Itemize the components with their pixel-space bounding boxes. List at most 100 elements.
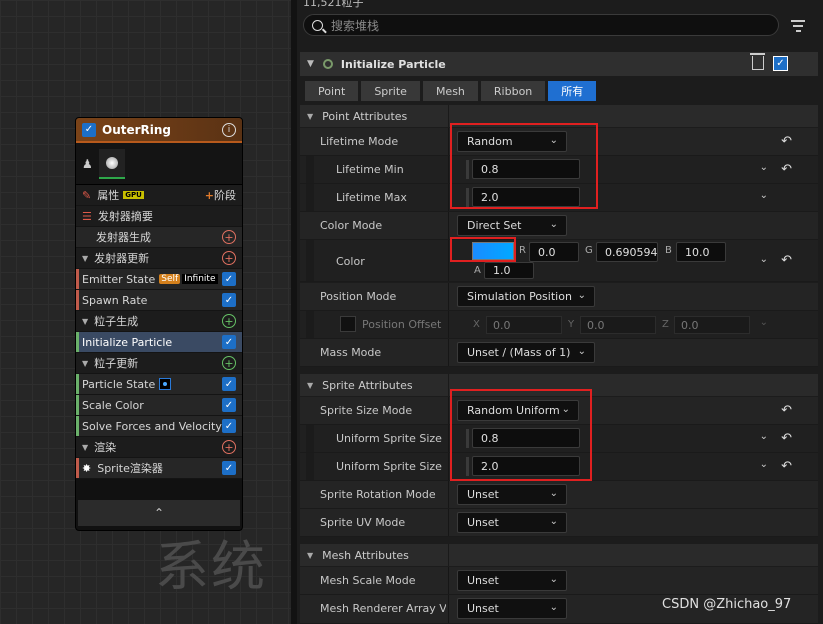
search-input[interactable]: 搜索堆栈 bbox=[303, 14, 779, 36]
color-swatch[interactable] bbox=[472, 242, 514, 260]
details-panel: 11,521粒子 搜索堆栈 ▼ Initialize Particle ✓ Po… bbox=[297, 0, 823, 624]
tab-sprite[interactable]: Sprite bbox=[361, 81, 420, 101]
module-enable-checkbox[interactable]: ✓ bbox=[773, 56, 788, 71]
reset-icon[interactable]: ↶ bbox=[781, 403, 792, 418]
sprite-renderer-row[interactable]: ✸ Sprite渲染器 ✓ bbox=[76, 458, 242, 479]
mesh-scale-mode-dropdown[interactable]: Unset ⌄ bbox=[457, 570, 567, 591]
add-renderer-icon[interactable]: + bbox=[222, 440, 236, 454]
tab-all[interactable]: 所有 bbox=[548, 81, 597, 101]
mesh-renderer-array-dropdown[interactable]: Unset ⌄ bbox=[457, 598, 567, 619]
sprite-rotation-mode-dropdown[interactable]: Unset ⌄ bbox=[457, 484, 567, 505]
sprite-renderer-checkbox[interactable]: ✓ bbox=[222, 461, 236, 475]
point-attributes-section[interactable]: ▼ Point Attributes bbox=[300, 105, 818, 127]
collapse-icon[interactable]: ▼ bbox=[307, 381, 313, 390]
position-mode-row: Position Mode Simulation Position ⌄ bbox=[300, 283, 818, 311]
chevron-down-icon[interactable]: ⌄ bbox=[760, 254, 768, 265]
property-label: Mesh Renderer Array Vis bbox=[320, 602, 446, 615]
emitter-state-checkbox[interactable]: ✓ bbox=[222, 272, 236, 286]
uniform-size-min-input[interactable]: 0.8 bbox=[472, 428, 580, 448]
spawn-rate-checkbox[interactable]: ✓ bbox=[222, 293, 236, 307]
property-label: Lifetime Mode bbox=[320, 135, 399, 148]
reset-icon[interactable]: ↶ bbox=[781, 162, 792, 177]
trash-icon[interactable] bbox=[750, 53, 765, 70]
chevron-down-icon[interactable]: ⌄ bbox=[760, 190, 768, 201]
lifetime-min-input[interactable]: 0.8 bbox=[472, 159, 580, 179]
chevron-down-icon[interactable]: ⌄ bbox=[760, 459, 768, 470]
emitter-thumbnail-row: ♟ bbox=[76, 143, 242, 185]
reset-icon[interactable]: ↶ bbox=[781, 253, 792, 268]
emitter-node-header[interactable]: ✓ OuterRing i bbox=[76, 118, 242, 143]
lifetime-mode-dropdown[interactable]: Random ⌄ bbox=[457, 131, 567, 152]
solve-forces-checkbox[interactable]: ✓ bbox=[222, 419, 236, 433]
initialize-particle-checkbox[interactable]: ✓ bbox=[222, 335, 236, 349]
properties-row[interactable]: ✎ 属性 GPU +阶段 bbox=[76, 185, 242, 206]
emitter-spawn-row[interactable]: 发射器生成 + bbox=[76, 227, 242, 248]
add-emitter-update-icon[interactable]: + bbox=[222, 251, 236, 265]
reset-icon[interactable]: ↶ bbox=[781, 134, 792, 149]
scale-color-checkbox[interactable]: ✓ bbox=[222, 398, 236, 412]
csdn-watermark: CSDN @Zhichao_97 bbox=[662, 597, 792, 612]
collapse-icon[interactable]: ▼ bbox=[307, 112, 313, 121]
chevron-down-icon: ⌄ bbox=[759, 317, 768, 328]
chevron-down-icon: ⌄ bbox=[549, 135, 558, 146]
mesh-attributes-section[interactable]: ▼ Mesh Attributes bbox=[300, 544, 818, 566]
emitter-summary-row[interactable]: ☰ 发射器摘要 bbox=[76, 206, 242, 227]
color-a-input[interactable]: 1.0 bbox=[484, 262, 534, 279]
color-mode-dropdown[interactable]: Direct Set ⌄ bbox=[457, 215, 567, 236]
add-particle-spawn-icon[interactable]: + bbox=[222, 314, 236, 328]
info-icon[interactable]: i bbox=[222, 122, 236, 137]
chevron-down-icon[interactable]: ⌄ bbox=[760, 162, 768, 173]
collapse-icon[interactable]: ▼ bbox=[82, 317, 88, 326]
emitter-node[interactable]: ✓ OuterRing i ♟ ✎ 属性 GPU +阶段 ☰ 发射器摘要 发射器… bbox=[75, 117, 243, 531]
chevron-down-icon[interactable]: ⌄ bbox=[760, 431, 768, 442]
emitter-title: OuterRing bbox=[102, 122, 172, 137]
lifetime-max-input[interactable]: 2.0 bbox=[472, 187, 580, 207]
emitter-state-row[interactable]: Emitter State Self Infinite ✓ bbox=[76, 269, 242, 290]
render-row[interactable]: ▼ 渲染 + bbox=[76, 437, 242, 458]
collapse-node-button[interactable]: ⌃ bbox=[78, 500, 240, 526]
color-r-input[interactable]: 0.0 bbox=[529, 242, 579, 262]
emitter-update-row[interactable]: ▼ 发射器更新 + bbox=[76, 248, 242, 269]
uniform-size-max-input[interactable]: 2.0 bbox=[472, 456, 580, 476]
solve-forces-row[interactable]: Solve Forces and Velocity ✓ bbox=[76, 416, 242, 437]
sprite-size-mode-dropdown[interactable]: Random Uniform ⌄ bbox=[457, 400, 579, 421]
sprite-thumbnail[interactable] bbox=[98, 148, 125, 179]
collapse-icon[interactable]: ▼ bbox=[307, 551, 313, 560]
reset-icon[interactable]: ↶ bbox=[781, 431, 792, 446]
particle-state-checkbox[interactable]: ✓ bbox=[222, 377, 236, 391]
collapse-icon[interactable]: ▼ bbox=[307, 59, 314, 69]
position-offset-checkbox[interactable] bbox=[340, 316, 356, 332]
module-status-icon bbox=[322, 59, 333, 69]
properties-label: 属性 bbox=[97, 189, 120, 202]
mass-mode-dropdown[interactable]: Unset / (Mass of 1) ⌄ bbox=[457, 342, 595, 363]
collapse-icon[interactable]: ▼ bbox=[82, 359, 88, 368]
chevron-down-icon: ⌄ bbox=[577, 346, 586, 357]
particle-update-row[interactable]: ▼ 粒子更新 + bbox=[76, 353, 242, 374]
offset-y-input: 0.0 bbox=[580, 316, 656, 334]
add-stage-button[interactable]: +阶段 bbox=[205, 187, 236, 203]
sprite-attributes-section[interactable]: ▼ Sprite Attributes bbox=[300, 374, 818, 396]
emitter-enable-checkbox[interactable]: ✓ bbox=[82, 122, 96, 137]
filter-icon[interactable] bbox=[791, 20, 805, 32]
add-particle-update-icon[interactable]: + bbox=[222, 356, 236, 370]
property-label: Mesh Scale Mode bbox=[320, 574, 416, 587]
reset-icon[interactable]: ↶ bbox=[781, 459, 792, 474]
collapse-icon[interactable]: ▼ bbox=[82, 443, 88, 452]
color-g-input[interactable]: 0.690594 bbox=[596, 242, 658, 262]
scale-color-row[interactable]: Scale Color ✓ bbox=[76, 395, 242, 416]
tab-point[interactable]: Point bbox=[305, 81, 359, 101]
initialize-particle-row[interactable]: Initialize Particle ✓ bbox=[76, 332, 242, 353]
sprite-uv-mode-row: Sprite UV Mode Unset ⌄ bbox=[300, 509, 818, 537]
particle-state-row[interactable]: Particle State ✓ bbox=[76, 374, 242, 395]
tab-ribbon[interactable]: Ribbon bbox=[480, 81, 546, 101]
collapse-icon[interactable]: ▼ bbox=[82, 254, 88, 263]
property-label: Lifetime Max bbox=[336, 191, 407, 204]
tab-mesh[interactable]: Mesh bbox=[422, 81, 478, 101]
sprite-uv-mode-dropdown[interactable]: Unset ⌄ bbox=[457, 512, 567, 533]
color-b-input[interactable]: 10.0 bbox=[676, 242, 726, 262]
spawn-rate-row[interactable]: Spawn Rate ✓ bbox=[76, 290, 242, 311]
module-header[interactable]: ▼ Initialize Particle ✓ bbox=[300, 52, 818, 76]
add-emitter-spawn-icon[interactable]: + bbox=[222, 230, 236, 244]
position-mode-dropdown[interactable]: Simulation Position ⌄ bbox=[457, 286, 595, 307]
particle-spawn-row[interactable]: ▼ 粒子生成 + bbox=[76, 311, 242, 332]
